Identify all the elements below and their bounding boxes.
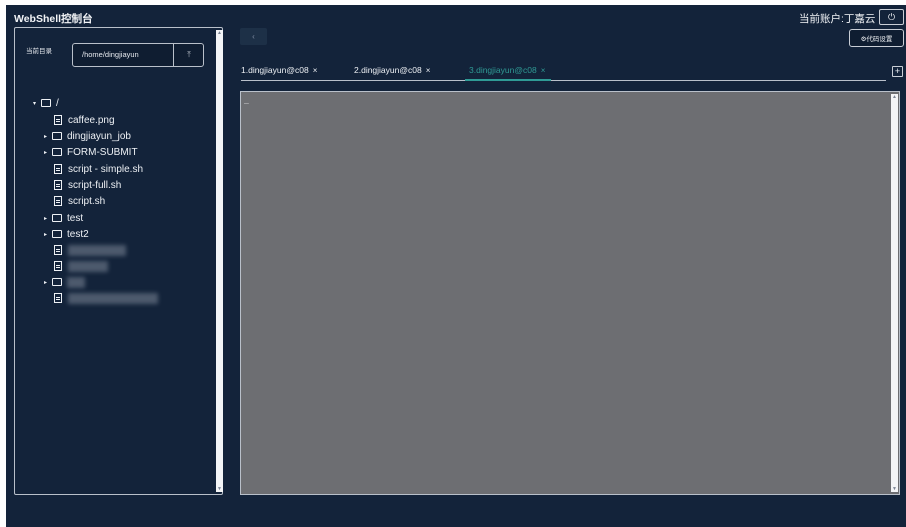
folder-icon [52,132,62,140]
close-tab-icon[interactable]: × [426,66,431,75]
scroll-down-icon[interactable]: ▼ [216,486,223,492]
tab-label: 1.dingjiayun@c08 [241,65,309,75]
tree-folder-item[interactable]: ▸ test [44,211,83,225]
tree-folder-item[interactable]: ▾ / [33,96,59,110]
tab-divider [241,80,886,81]
upload-button[interactable]: ⤒ [173,43,204,67]
caret-right-icon[interactable]: ▸ [44,279,52,286]
tree-file-item[interactable] [54,243,126,257]
close-tab-icon[interactable]: × [313,66,318,75]
redacted-label [67,276,85,288]
tree-folder-item[interactable]: ▸ test2 [44,227,89,241]
tree-item-label: FORM-SUBMIT [67,146,138,158]
add-tab-button[interactable]: + [892,66,903,77]
caret-down-icon[interactable]: ▾ [33,100,41,107]
file-icon [54,261,62,271]
tree-item-label: script - simple.sh [68,163,144,175]
tree-file-item[interactable] [54,291,158,305]
logout-button[interactable]: ⏻ [879,9,904,25]
terminal-tab[interactable]: 3.dingjiayun@c08 × [469,62,545,80]
tree-item-label: caffee.png [68,114,115,126]
tree-item-label: / [56,97,59,109]
terminal-tab[interactable]: 2.dingjiayun@c08 × [354,62,430,80]
tree-file-item[interactable]: script.sh [54,194,105,208]
current-dir-label: 当前目录 [26,48,52,55]
caret-right-icon[interactable]: ▸ [44,215,52,222]
terminal-tab[interactable]: 1.dingjiayun@c08 × [241,62,317,80]
tab-label: 2.dingjiayun@c08 [354,65,422,75]
file-icon [54,196,62,206]
terminal-screen[interactable]: _ ▲ ▼ [240,91,900,495]
tree-folder-item[interactable]: ▸ FORM-SUBMIT [44,145,138,159]
tree-item-label: script.sh [68,195,106,207]
code-settings-button[interactable]: ⚙代码设置 [849,29,904,47]
current-account: 当前账户:丁嘉云 [799,13,876,25]
folder-icon [41,99,51,107]
folder-icon [52,214,62,222]
caret-right-icon[interactable]: ▸ [44,149,52,156]
tree-item-label: test [67,212,84,224]
tree-item-label: dingjiayun_job [67,130,131,142]
active-tab-indicator [465,79,551,81]
folder-icon [52,148,62,156]
redacted-label [68,244,126,256]
file-icon [54,293,62,303]
redacted-label [68,260,108,272]
tree-item-label: test2 [67,228,89,240]
add-tab-icon: + [894,66,901,76]
tree-folder-item[interactable]: ▸ [44,275,85,289]
terminal-scrollbar[interactable]: ▲ ▼ [891,94,898,492]
webshell-console: WebShell控制台 当前账户:丁嘉云 ⏻ ⚙代码设置 当前目录 /home/… [6,5,906,527]
tree-folder-item[interactable]: ▸ dingjiayun_job [44,129,131,143]
chevron-left-icon: ‹ [252,32,255,41]
tab-label: 3.dingjiayun@c08 [469,65,537,75]
caret-right-icon[interactable]: ▸ [44,133,52,140]
caret-right-icon[interactable]: ▸ [44,231,52,238]
tree-file-item[interactable]: script - simple.sh [54,162,143,176]
scroll-down-icon[interactable]: ▼ [891,486,898,492]
tree-item-label: script-full.sh [68,179,122,191]
folder-icon [52,278,62,286]
file-icon [54,245,62,255]
tree-file-item[interactable]: caffee.png [54,113,115,127]
file-icon [54,180,62,190]
close-tab-icon[interactable]: × [541,66,546,75]
power-icon: ⏻ [887,11,896,22]
terminal-cursor: _ [244,95,249,104]
upload-icon: ⤒ [187,50,191,59]
file-icon [54,164,62,174]
terminal-tabs: 1.dingjiayun@c08 × 2.dingjiayun@c08 × 3.ding… [241,62,886,82]
file-browser-panel: 当前目录 /home/dingjiayun ⤒ ▾ / caffee.png ▸ din… [14,27,223,495]
tree-file-item[interactable]: script-full.sh [54,178,121,192]
scroll-up-icon[interactable]: ▲ [891,94,898,100]
scroll-up-icon[interactable]: ▲ [216,30,223,36]
app-title: WebShell控制台 [14,13,93,25]
file-icon [54,115,62,125]
redacted-label [68,292,158,304]
path-value: /home/dingjiayun [82,50,139,59]
folder-icon [52,230,62,238]
back-button[interactable]: ‹ [240,28,267,45]
sidebar-scrollbar[interactable]: ▲ ▼ [216,30,223,492]
tree-file-item[interactable] [54,259,108,273]
